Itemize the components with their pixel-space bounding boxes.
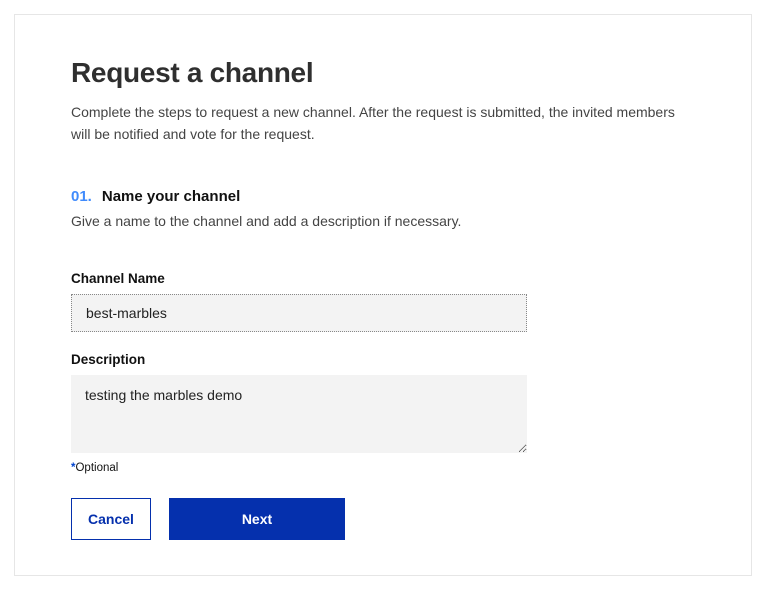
step-title: Name your channel [102,188,240,205]
request-channel-panel: Request a channel Complete the steps to … [14,14,752,576]
channel-name-label: Channel Name [71,271,527,286]
description-textarea[interactable] [71,375,527,453]
step-number: 01. [71,188,92,205]
optional-note: *Optional [71,462,527,474]
channel-name-input[interactable] [71,294,527,332]
step-description: Give a name to the channel and add a des… [71,213,695,229]
page-subtitle: Complete the steps to request a new chan… [71,101,695,146]
description-label: Description [71,352,527,367]
page-title: Request a channel [71,57,695,89]
next-button[interactable]: Next [169,498,345,540]
optional-text: Optional [75,462,118,474]
step-header: 01. Name your channel [71,188,695,205]
channel-form: Channel Name Description *Optional Cance… [71,271,527,540]
button-row: Cancel Next [71,498,527,540]
cancel-button[interactable]: Cancel [71,498,151,540]
